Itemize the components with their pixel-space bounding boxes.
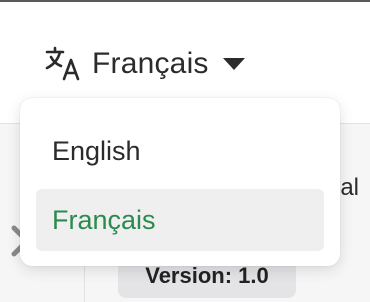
page: Français rial Version: 1.0 English Franç… [0,0,370,302]
top-border [0,0,370,2]
language-option-english[interactable]: English [36,120,324,182]
language-dropdown-menu: English Français [20,98,340,266]
translate-icon [45,46,80,81]
language-option-francais[interactable]: Français [36,189,324,251]
language-switcher[interactable]: Français [44,42,247,86]
caret-down-icon [222,58,245,70]
current-language-label: Français [92,47,209,80]
